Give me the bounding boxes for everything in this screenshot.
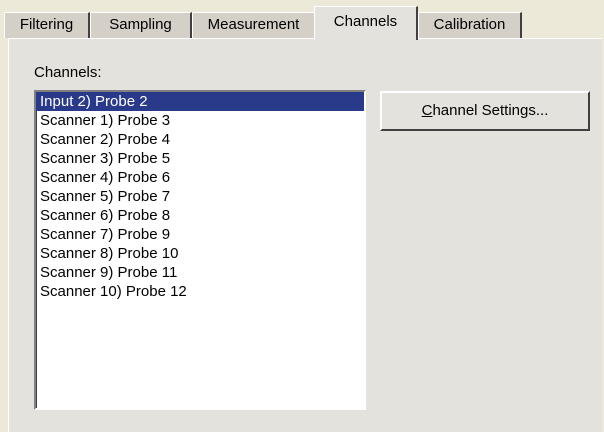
channel-settings-label: hannel Settings... [432,102,549,119]
tab-strip: Filtering Sampling Measurement Channels … [0,0,604,40]
tab-sampling[interactable]: Sampling [90,12,192,38]
tab-filtering[interactable]: Filtering [4,12,90,38]
channel-list-item[interactable]: Scanner 10) Probe 12 [36,282,364,301]
tab-calibration[interactable]: Calibration [418,12,522,38]
channel-settings-mnemonic: C [421,102,433,119]
channel-settings-button[interactable]: Channel Settings... [380,91,590,131]
channel-list-item[interactable]: Scanner 9) Probe 11 [36,263,364,282]
channel-list-item[interactable]: Scanner 6) Probe 8 [36,206,364,225]
channel-list-item[interactable]: Scanner 3) Probe 5 [36,149,364,168]
channel-list-item[interactable]: Scanner 8) Probe 10 [36,244,364,263]
channel-listbox[interactable]: Input 2) Probe 2 Scanner 1) Probe 3 Scan… [34,90,366,410]
channel-list-item[interactable]: Scanner 5) Probe 7 [36,187,364,206]
channel-list-item[interactable]: Scanner 4) Probe 6 [36,168,364,187]
channel-list-item[interactable]: Input 2) Probe 2 [36,92,364,111]
channels-label: Channels: [34,64,102,81]
channel-list-item[interactable]: Scanner 2) Probe 4 [36,130,364,149]
tab-channels[interactable]: Channels [314,6,418,40]
channel-list-item[interactable]: Scanner 1) Probe 3 [36,111,364,130]
channel-list-item[interactable]: Scanner 7) Probe 9 [36,225,364,244]
tab-measurement[interactable]: Measurement [192,12,316,38]
